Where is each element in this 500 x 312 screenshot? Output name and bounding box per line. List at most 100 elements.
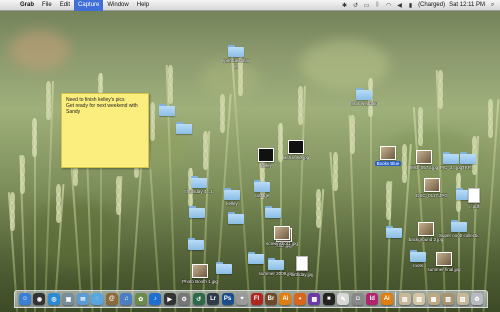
time-machine-icon[interactable]: ↺ bbox=[192, 293, 205, 305]
desktop-item-label: kelley bbox=[260, 163, 272, 168]
photo-thumbnail-icon bbox=[416, 150, 432, 164]
desktop-item-dsc-r[interactable]: DSC_0117.JPG bbox=[414, 178, 450, 198]
desktop-item-folder-left2[interactable] bbox=[166, 122, 202, 134]
front-row-icon[interactable]: ▶ bbox=[163, 293, 176, 305]
menu-edit[interactable]: Edit bbox=[56, 0, 74, 11]
battery-status-text[interactable]: (Charged) bbox=[418, 2, 445, 8]
menu-app-grab[interactable]: Grab bbox=[16, 0, 38, 11]
desktop-item-birthday[interactable]: birthday.jpg bbox=[284, 256, 320, 277]
desktop-item-label: Books Blue bbox=[374, 161, 402, 166]
folder-icon bbox=[410, 250, 426, 262]
iphoto-icon[interactable]: ✿ bbox=[134, 293, 147, 305]
desktop-item-kelley-folder[interactable]: kelley bbox=[214, 188, 250, 206]
battery-icon[interactable]: ▮ bbox=[407, 2, 414, 9]
downloads-stack-icon[interactable]: ▥ bbox=[413, 293, 426, 305]
indesign-icon[interactable]: Id bbox=[366, 293, 379, 305]
itunes-store-icon[interactable]: ♪ bbox=[149, 293, 162, 305]
illustrator-icon[interactable]: Ai bbox=[279, 293, 292, 305]
desktop-item-label: roots bbox=[412, 263, 423, 268]
menu-bar: Grab File Edit Capture Window Help ✱ ↺ ▭… bbox=[0, 0, 500, 11]
volume-icon[interactable]: ◀ bbox=[396, 2, 403, 9]
dashboard-icon[interactable]: ◉ bbox=[33, 293, 46, 305]
mail-icon[interactable]: ✉ bbox=[76, 293, 89, 305]
dock: ☺ ◉ ◎ ▣ ✉ ◌ @ ♫ ✿ ♪ ▶ ⚙ ↺ Lr Ps ⌖ Fl Br Ai ◕ ▩ ■ ✎ ◘ Id Ai ▤ ▥ ▦ ▧ ▨ ♻ bbox=[14, 290, 488, 308]
desktop-item-thumbsday[interactable]: thursday 4...1 bbox=[181, 176, 217, 194]
time-machine-icon[interactable]: ↺ bbox=[352, 2, 359, 9]
ichat-icon[interactable]: ◌ bbox=[91, 293, 104, 305]
folder-icon bbox=[216, 262, 232, 274]
desktop-item-feni-wedding[interactable]: fenis wedding bbox=[346, 88, 382, 106]
desktop-item-img-black2[interactable]: lash.lifme.jpg bbox=[278, 140, 314, 160]
menu-clock[interactable]: Sat 12:11 PM bbox=[449, 2, 485, 8]
apps-stack-icon[interactable]: ▨ bbox=[456, 293, 469, 305]
desktop-item-summer-final[interactable]: summer final.jpg bbox=[426, 252, 462, 272]
illustrator2-icon[interactable]: Ai bbox=[380, 293, 393, 305]
folder-icon bbox=[451, 220, 467, 232]
desktop-item-background[interactable]: background 2.jpg bbox=[408, 222, 444, 242]
desktop-item-folder-r3[interactable] bbox=[376, 226, 412, 238]
menu-window[interactable]: Window bbox=[103, 0, 132, 11]
desktop-item-label: cottage bbox=[254, 193, 270, 198]
desktop-item-super-ooot[interactable]: Super ooot! collection bbox=[439, 220, 479, 238]
photo-thumbnail-icon bbox=[380, 146, 396, 160]
preview-icon[interactable]: ▣ bbox=[62, 293, 75, 305]
desktop-item-screenshot1[interactable]: screenshot1 jpg bbox=[264, 226, 300, 246]
desktop-item-pic-r2[interactable]: TKP... bbox=[450, 152, 486, 170]
finder-icon[interactable]: ☺ bbox=[19, 293, 31, 305]
textedit-icon[interactable]: ✎ bbox=[337, 293, 350, 305]
safari-icon[interactable]: ◎ bbox=[47, 293, 60, 305]
desktop-item-label: fenis wedding bbox=[350, 101, 378, 106]
apple-logo-icon[interactable] bbox=[4, 1, 12, 10]
desktop-item-folder-left1[interactable] bbox=[149, 104, 185, 116]
pictures-stack-icon[interactable]: ▧ bbox=[442, 293, 455, 305]
grab-icon[interactable]: ⌖ bbox=[236, 293, 249, 305]
desktop-item-folder-bl3[interactable] bbox=[238, 252, 274, 264]
bluetooth-icon[interactable]: ᛒ bbox=[374, 2, 381, 9]
trash-icon[interactable]: ♻ bbox=[471, 293, 483, 305]
desktop-item-folder-mid1[interactable] bbox=[179, 206, 215, 218]
app-dark-icon[interactable]: ■ bbox=[322, 293, 335, 305]
desktop-item-photo-bl[interactable]: Photo Booth 1.jpg bbox=[182, 264, 218, 284]
desktop-item-label: screenshot1 jpg bbox=[266, 241, 298, 246]
desktop-item-label: DSC_0117.JPG bbox=[416, 193, 448, 198]
lightroom-icon[interactable]: Lr bbox=[207, 293, 220, 305]
itunes-icon[interactable]: ♫ bbox=[120, 293, 133, 305]
image-thumbnail-icon bbox=[288, 140, 304, 154]
desktop-item-thumb-sel[interactable]: Books Blue bbox=[370, 146, 406, 166]
menu-capture[interactable]: Capture bbox=[74, 0, 104, 11]
documents-stack-icon[interactable]: ▦ bbox=[427, 293, 440, 305]
flash-icon[interactable]: Fl bbox=[250, 293, 263, 305]
desktop-item-folder-bl1[interactable] bbox=[178, 238, 214, 250]
photo-thumbnail-icon bbox=[192, 264, 208, 278]
spotlight-icon[interactable]: ✱ bbox=[341, 2, 348, 9]
desktop-item-doc-pdf[interactable]: ...pdf bbox=[456, 188, 492, 209]
folder-icon bbox=[356, 88, 372, 100]
app-purple-icon[interactable]: ▩ bbox=[308, 293, 321, 305]
desktop-item-label: Super ooot! collection bbox=[439, 233, 479, 238]
display-icon[interactable]: ▭ bbox=[363, 2, 370, 9]
menu-file[interactable]: File bbox=[38, 0, 56, 11]
app-gray-icon[interactable]: ◘ bbox=[351, 293, 364, 305]
desktop-item-label: Photo Booth 1.jpg bbox=[182, 279, 218, 284]
desktop-item-folder-mid2[interactable] bbox=[218, 212, 254, 224]
firefox-icon[interactable]: ◕ bbox=[293, 293, 306, 305]
stack-folder-icon[interactable]: ▤ bbox=[398, 293, 411, 305]
desktop-item-folder-mid3[interactable] bbox=[255, 206, 291, 218]
search-icon[interactable]: ⌕ bbox=[489, 2, 496, 9]
folder-icon bbox=[254, 180, 270, 192]
address-book-icon[interactable]: @ bbox=[105, 293, 118, 305]
folder-icon bbox=[248, 252, 264, 264]
desktop-item-riperduesimac[interactable]: riperduesimac es bbox=[218, 45, 254, 69]
photoshop-icon[interactable]: Ps bbox=[221, 293, 234, 305]
photo-thumbnail-icon bbox=[274, 226, 290, 240]
sticky-note-line-2: Get ready for next weekend with Sandy bbox=[66, 103, 138, 115]
system-preferences-icon[interactable]: ⚙ bbox=[178, 293, 191, 305]
document-icon bbox=[296, 256, 308, 271]
menu-help[interactable]: Help bbox=[133, 0, 153, 11]
desktop-item-label: thursday 4...1 bbox=[185, 189, 213, 194]
image-thumbnail-icon bbox=[258, 148, 274, 162]
sticky-note[interactable]: Need to finish kelley's pics Get ready f… bbox=[61, 93, 149, 168]
wifi-icon[interactable]: ◠ bbox=[385, 2, 392, 9]
bridge-icon[interactable]: Br bbox=[264, 293, 277, 305]
desktop-item-img-0574[interactable]: IMG_0574.jpg bbox=[406, 150, 442, 170]
